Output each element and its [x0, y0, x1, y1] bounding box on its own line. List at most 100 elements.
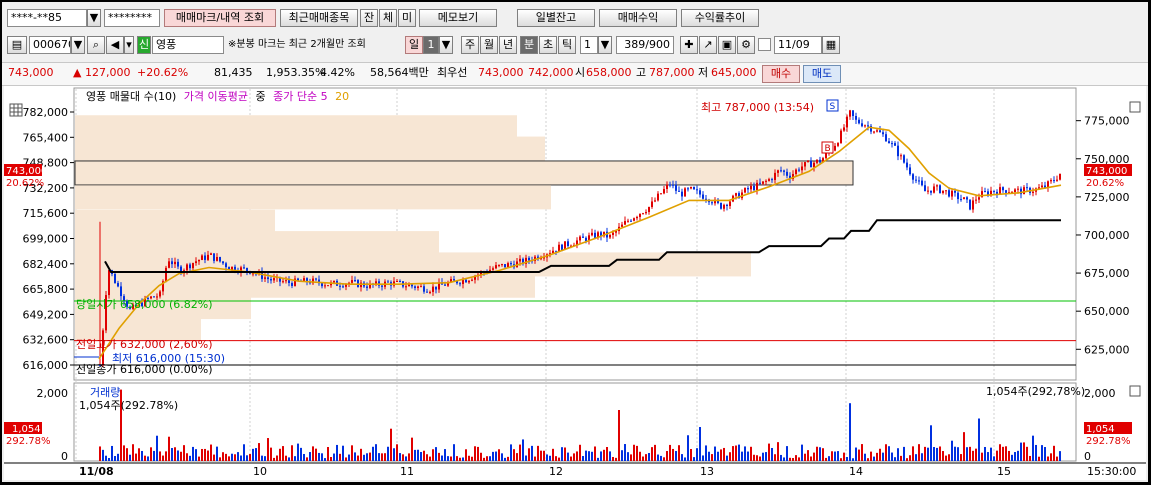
trade-mark-query-button[interactable]: 매매마크/내역 조회: [164, 9, 276, 27]
balance-button[interactable]: 잔: [360, 9, 378, 27]
chart-menu-icon[interactable]: ▤: [7, 36, 27, 54]
period-year-button[interactable]: 년: [499, 36, 517, 54]
period-count-field[interactable]: 1: [423, 36, 439, 54]
volume-bar: [114, 456, 116, 461]
date-field[interactable]: 11/09: [774, 36, 822, 54]
crosshair-icon[interactable]: ✚: [680, 36, 698, 54]
volume-profile-bar: [75, 115, 517, 140]
candle-body: [273, 278, 275, 281]
candle-body: [678, 190, 680, 192]
price-panel-menu-icon[interactable]: [1129, 101, 1141, 113]
volume-bar: [795, 455, 797, 461]
stock-code-input[interactable]: 000670: [29, 36, 71, 54]
volume-bar: [369, 452, 371, 461]
candle-body: [108, 270, 110, 296]
period-week-button[interactable]: 주: [461, 36, 479, 54]
volume-bar: [726, 455, 728, 461]
stock-name-field[interactable]: 영풍: [152, 36, 224, 54]
trade-profit-button[interactable]: 매매수익: [599, 9, 677, 27]
volume-profile-bar: [74, 160, 854, 186]
turnover-pct: 4.42%: [320, 66, 355, 79]
candle-body: [984, 191, 986, 193]
speaker-dropdown-icon[interactable]: ▾: [124, 36, 134, 54]
volume-bar: [507, 456, 509, 461]
candle-body: [915, 179, 917, 181]
volume-bar: [195, 449, 197, 461]
volume-bar: [933, 447, 935, 461]
period-day-button[interactable]: 일: [405, 36, 423, 54]
volume-bar: [363, 454, 365, 461]
daily-balance-button[interactable]: 일별잔고: [517, 9, 595, 27]
volume-bar: [543, 450, 545, 461]
account-select[interactable]: ****-**85: [7, 9, 87, 27]
candle-body: [783, 170, 785, 172]
candle-body: [810, 160, 812, 168]
volume-axis-label-right: 2,000: [1084, 387, 1116, 400]
candle-body: [954, 190, 956, 193]
prev-close-annotation: 전일종가 616,000 (0.00%): [76, 362, 213, 376]
right-axis-label: 650,000: [1084, 305, 1130, 318]
volume-bar: [1059, 451, 1061, 461]
unfilled-button[interactable]: 미: [398, 9, 416, 27]
period-dropdown-icon[interactable]: ▼: [439, 36, 453, 54]
date-checkbox[interactable]: [758, 38, 771, 51]
buy-button[interactable]: 매수: [762, 65, 800, 83]
speaker-icon[interactable]: ◀: [106, 36, 124, 54]
volume-profile-bar: [75, 136, 545, 161]
period-tick-button[interactable]: 틱: [558, 36, 576, 54]
trend-tool-icon[interactable]: ↗: [699, 36, 717, 54]
search-icon[interactable]: ⌕: [87, 36, 105, 54]
volume-bar: [657, 454, 659, 461]
sell-button[interactable]: 매도: [803, 65, 841, 83]
time-tick-label: 10: [253, 465, 267, 478]
volume-bar: [186, 453, 188, 461]
candle-body: [837, 143, 839, 146]
volume-bar: [270, 447, 272, 461]
return-trend-button[interactable]: 수익률추이: [681, 9, 759, 27]
chart-area[interactable]: 782,000 765,400 748,800 732,200 715,600 699,0…: [4, 86, 1146, 480]
code-dropdown-icon[interactable]: ▼: [71, 36, 85, 54]
price-chart[interactable]: 782,000765,400748,800732,200715,600699,0…: [4, 86, 1146, 480]
candle-body: [948, 190, 950, 197]
candle-body: [624, 221, 626, 225]
candle-body: [510, 263, 512, 265]
account-dropdown-icon[interactable]: ▼: [87, 9, 101, 27]
candle-body: [399, 280, 401, 282]
candle-body: [960, 199, 962, 201]
volume-bar: [396, 444, 398, 461]
volume-bar: [594, 446, 596, 461]
filled-button[interactable]: 체: [379, 9, 397, 27]
calendar-icon[interactable]: ▦: [822, 36, 840, 54]
password-field[interactable]: ********: [104, 9, 160, 27]
volume-bar: [318, 452, 320, 461]
interval-dropdown-icon[interactable]: ▼: [598, 36, 612, 54]
period-minute-button[interactable]: 분: [520, 36, 538, 54]
candle-body: [852, 110, 854, 117]
bar-count-field[interactable]: 389/900: [616, 36, 674, 54]
period-month-button[interactable]: 월: [480, 36, 498, 54]
volume-panel-menu-icon[interactable]: [1129, 385, 1141, 397]
volume-bar: [384, 453, 386, 461]
volume-bar: [405, 456, 407, 461]
volume-bar: [624, 444, 626, 461]
memo-button[interactable]: 메모보기: [419, 9, 497, 27]
volume-bar: [312, 446, 314, 461]
recent-stocks-button[interactable]: 최근매매종목: [280, 9, 358, 27]
volume-bar: [1032, 435, 1034, 461]
interval-field[interactable]: 1: [580, 36, 598, 54]
volume-bar: [930, 425, 932, 461]
volume-bar: [909, 455, 911, 461]
candle-body: [591, 232, 593, 236]
candle-body: [420, 286, 422, 288]
volume-bar: [393, 448, 395, 461]
volume-bar: [717, 451, 719, 461]
candle-body: [579, 236, 581, 241]
volume-bar: [678, 445, 680, 461]
volume-bar: [600, 451, 602, 461]
grid-table-icon[interactable]: [9, 103, 23, 117]
gear-icon[interactable]: ⚙: [737, 36, 755, 54]
volume-bar: [993, 456, 995, 461]
period-second-button[interactable]: 초: [539, 36, 557, 54]
save-icon[interactable]: ▣: [718, 36, 736, 54]
candle-body: [324, 285, 326, 287]
